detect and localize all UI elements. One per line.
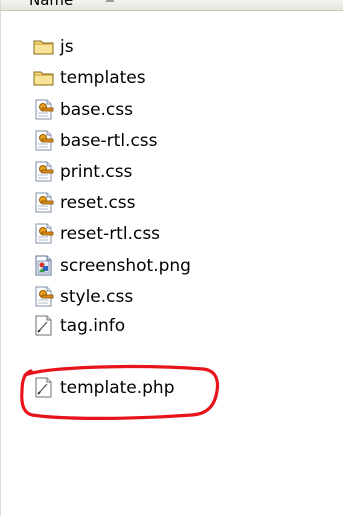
css-file-icon xyxy=(33,222,60,246)
sort-ascending-icon xyxy=(105,0,115,2)
css-file-icon xyxy=(33,285,60,309)
file-name: reset-rtl.css xyxy=(60,224,161,244)
file-name: base.css xyxy=(60,100,133,120)
generic-file-icon xyxy=(33,314,60,338)
folder-icon xyxy=(33,66,60,90)
name-column-title: Name xyxy=(29,0,74,9)
folder-icon xyxy=(33,35,60,59)
file-row-tag-info[interactable]: tag.info xyxy=(33,314,125,338)
file-list-pane: Name js templates base.css base-rtl.css … xyxy=(0,0,343,516)
file-name: style.css xyxy=(60,287,134,307)
file-row-print-css[interactable]: print.css xyxy=(33,160,132,184)
file-row-base-css[interactable]: base.css xyxy=(33,98,133,122)
file-row-reset-rtl-css[interactable]: reset-rtl.css xyxy=(33,222,160,246)
css-file-icon xyxy=(33,129,60,153)
file-row-js[interactable]: js xyxy=(33,35,74,59)
file-row-screenshot-png[interactable]: screenshot.png xyxy=(33,254,191,278)
file-row-style-css[interactable]: style.css xyxy=(33,285,133,309)
name-column-header[interactable]: Name xyxy=(1,0,343,11)
file-row-reset-css[interactable]: reset.css xyxy=(33,191,136,215)
file-name: base-rtl.css xyxy=(60,131,158,151)
css-file-icon xyxy=(33,191,60,215)
file-name: print.css xyxy=(60,162,133,182)
file-row-templates[interactable]: templates xyxy=(33,66,146,90)
css-file-icon xyxy=(33,160,60,184)
file-name: tag.info xyxy=(60,316,126,336)
css-file-icon xyxy=(33,98,60,122)
file-name: reset.css xyxy=(60,193,136,213)
file-name: screenshot.png xyxy=(60,256,191,276)
highlight-annotation-icon xyxy=(20,364,220,420)
file-row-base-rtl-css[interactable]: base-rtl.css xyxy=(33,129,158,153)
file-name: js xyxy=(60,37,74,57)
file-name: templates xyxy=(60,68,146,88)
image-file-icon xyxy=(33,254,60,278)
